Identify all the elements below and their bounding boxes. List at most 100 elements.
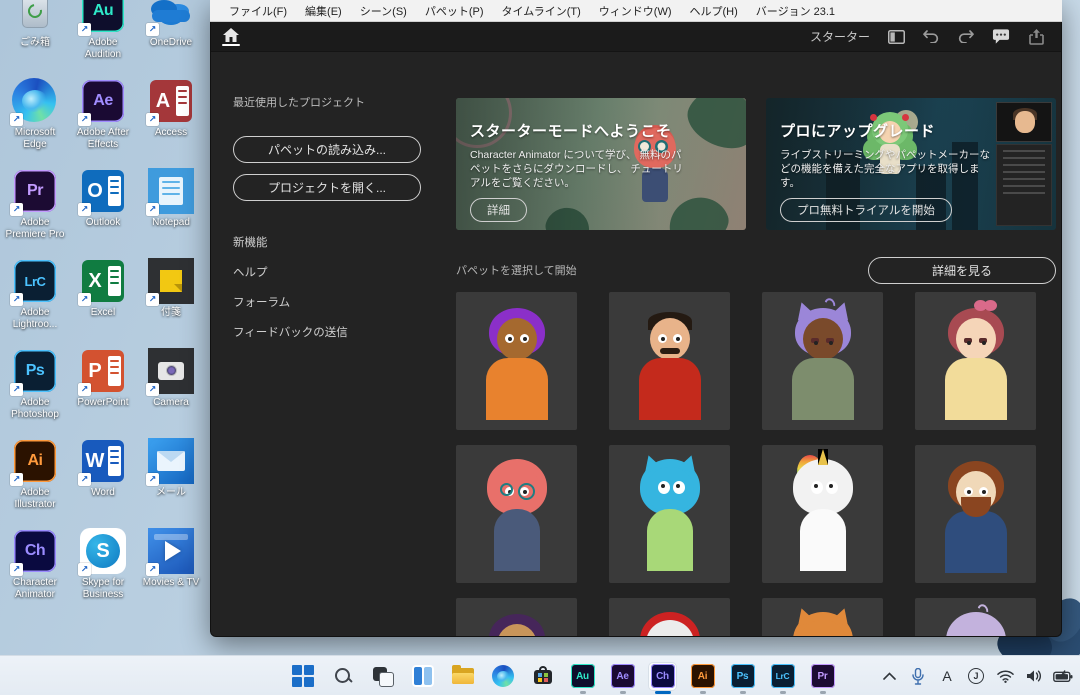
wifi-icon[interactable] <box>994 663 1016 689</box>
menu-item-5[interactable]: ウィンドウ(W) <box>590 0 681 22</box>
sidebar-link-3[interactable]: フィードバックの送信 <box>233 317 441 347</box>
puppet-tile-unicorn-rainbow-mane[interactable] <box>762 445 883 583</box>
menu-item-6[interactable]: ヘルプ(H) <box>681 0 747 22</box>
puppet-tile-orange-fox[interactable] <box>762 598 883 637</box>
search-button[interactable] <box>328 662 357 691</box>
desktop-icon-character-animator[interactable]: Ch↗Character Animator <box>2 524 68 614</box>
puppet-tile-dark-purple-hair-girl[interactable] <box>456 598 577 637</box>
photoshop-button[interactable]: Ps <box>728 662 757 691</box>
welcome-details-button[interactable]: 詳細 <box>470 198 527 222</box>
puppet-art <box>915 445 1036 583</box>
desktop-icon-powerpoint[interactable]: P↗PowerPoint <box>70 344 136 434</box>
puppet-tile-bearded-man-blue-jacket[interactable] <box>915 445 1036 583</box>
puppet-tile-pink-furry-monster-glasses[interactable] <box>456 445 577 583</box>
after-effects-button[interactable]: Ae <box>608 662 637 691</box>
desktop-icon-microsoft-edge[interactable]: ↗Microsoft Edge <box>2 74 68 164</box>
open-project-button[interactable]: プロジェクトを開く... <box>233 174 421 201</box>
edge-button[interactable] <box>488 662 517 691</box>
puppet-head <box>956 318 996 360</box>
desktop-icon-access[interactable]: A↗Access <box>138 74 204 164</box>
microphone-icon[interactable] <box>907 663 929 689</box>
desktop-icon-movies-tv[interactable]: ↗Movies & TV <box>138 524 204 614</box>
puppet-eye <box>505 334 514 343</box>
desktop-icon-notepad[interactable]: ↗Notepad <box>138 164 204 254</box>
desktop-icon-adobe-after-effects[interactable]: Ae↗Adobe After Effects <box>70 74 136 164</box>
welcome-banner[interactable]: スターターモードへようこそ Character Animator について学び、… <box>456 98 746 230</box>
desktop-icon-camera[interactable]: ↗Camera <box>138 344 204 434</box>
desktop-icon-adobe-audition[interactable]: Au↗Adobe Audition <box>70 0 136 74</box>
starter-mode-label: スターター <box>810 28 870 45</box>
puppet-tile-blue-cat-green-shirt[interactable] <box>609 445 730 583</box>
menu-item-2[interactable]: シーン(S) <box>351 0 416 22</box>
ime-mode-indicator[interactable]: A <box>936 663 958 689</box>
menu-item-1[interactable]: 編集(E) <box>296 0 351 22</box>
puppet-eye <box>979 338 987 343</box>
see-details-button[interactable]: 詳細を見る <box>868 257 1056 284</box>
puppet-tile-balding-mustache-man-red-shirt[interactable] <box>609 292 730 430</box>
sidebar-link-2[interactable]: フォーラム <box>233 287 441 317</box>
task-view-button[interactable] <box>368 662 397 691</box>
character-animator-button[interactable]: Ch <box>648 662 677 691</box>
hidden-icons-chevron[interactable] <box>878 663 900 689</box>
widgets-button[interactable] <box>408 662 437 691</box>
illustrator-button[interactable]: Ai <box>688 662 717 691</box>
puppet-body <box>800 509 846 571</box>
edge-icon: ↗ <box>12 78 58 124</box>
desktop-icon-label: 付箋 <box>161 307 181 319</box>
puppet-tile-lavender-creature[interactable] <box>915 598 1036 637</box>
desktop-icon-skype-for-business[interactable]: S↗Skype for Business <box>70 524 136 614</box>
puppet-tile-anime-purple-hair-catears[interactable] <box>762 292 883 430</box>
audition-button[interactable]: Au <box>568 662 597 691</box>
desktop-icon-word[interactable]: W↗Word <box>70 434 136 524</box>
adobe-icon: Au↗ <box>80 0 126 34</box>
desktop-icon-excel[interactable]: X↗Excel <box>70 254 136 344</box>
start-pro-trial-button[interactable]: プロ無料トライアルを開始 <box>780 198 952 222</box>
desktop-icon-onedrive[interactable]: ↗OneDrive <box>138 0 204 74</box>
menu-item-3[interactable]: パペット(P) <box>416 0 493 22</box>
desktop-icon-adobe-lightroo-[interactable]: LrC↗Adobe Lightroo... <box>2 254 68 344</box>
battery-icon[interactable] <box>1052 663 1074 689</box>
shortcut-arrow-icon: ↗ <box>146 23 159 36</box>
desktop-icon-adobe-premiere-pro[interactable]: Pr↗Adobe Premiere Pro <box>2 164 68 254</box>
home-tab[interactable] <box>211 22 251 52</box>
shortcut-arrow-icon: ↗ <box>78 203 91 216</box>
sidebar-link-0[interactable]: 新機能 <box>233 227 441 257</box>
sidebar-link-1[interactable]: ヘルプ <box>233 257 441 287</box>
upgrade-banner[interactable]: プロにアップグレード ライブストリーミングやパペットメーカーなどの機能を備えた完… <box>766 98 1056 230</box>
puppet-head <box>803 318 843 360</box>
redo-icon[interactable] <box>957 28 975 46</box>
import-puppet-button[interactable]: パペットの読み込み... <box>233 136 421 163</box>
puppet-art <box>609 598 730 637</box>
puppet-tile-red-creature-hands-up[interactable] <box>609 598 730 637</box>
sticky-icon: ↗ <box>148 258 194 304</box>
puppet-art <box>915 598 1036 637</box>
menu-item-4[interactable]: タイムライン(T) <box>493 0 590 22</box>
start-button[interactable] <box>288 662 317 691</box>
illustrator-button-icon: Ai <box>691 664 715 688</box>
menu-item-0[interactable]: ファイル(F) <box>220 0 296 22</box>
desktop-icon-adobe-photoshop[interactable]: Ps↗Adobe Photoshop <box>2 344 68 434</box>
share-icon[interactable] <box>1027 28 1045 46</box>
volume-icon[interactable] <box>1023 663 1045 689</box>
undo-icon[interactable] <box>922 28 940 46</box>
feedback-bubble-icon[interactable] <box>992 28 1010 46</box>
puppet-eye <box>826 338 834 343</box>
desktop-icon--[interactable]: ↗メール <box>138 434 204 524</box>
puppet-tile-anime-girl-red-hair-bow[interactable] <box>915 292 1036 430</box>
desktop-icon--[interactable]: ごみ箱 <box>2 0 68 74</box>
store-button[interactable] <box>528 662 557 691</box>
upgrade-banner-body: ライブストリーミングやパペットメーカーなどの機能を備えた完全なアプリを取得します… <box>780 148 995 190</box>
panel-layout-icon[interactable] <box>887 28 905 46</box>
lightroom-classic-button[interactable]: LrC <box>768 662 797 691</box>
puppet-eye <box>811 481 823 494</box>
desktop-icon--[interactable]: ↗ 付箋 <box>138 254 204 344</box>
desktop-icon-label: メール <box>156 487 186 499</box>
desktop-icon-outlook[interactable]: O↗Outlook <box>70 164 136 254</box>
recycle-icon <box>12 0 58 34</box>
puppet-tile-purple-hair-woman-orange-shirt[interactable] <box>456 292 577 430</box>
file-explorer-button[interactable] <box>448 662 477 691</box>
desktop-icon-label: Adobe Premiere Pro <box>2 217 68 240</box>
desktop-icon-adobe-illustrator[interactable]: Ai↗Adobe Illustrator <box>2 434 68 524</box>
tray-circle-icon[interactable]: J <box>965 663 987 689</box>
premiere-pro-button[interactable]: Pr <box>808 662 837 691</box>
